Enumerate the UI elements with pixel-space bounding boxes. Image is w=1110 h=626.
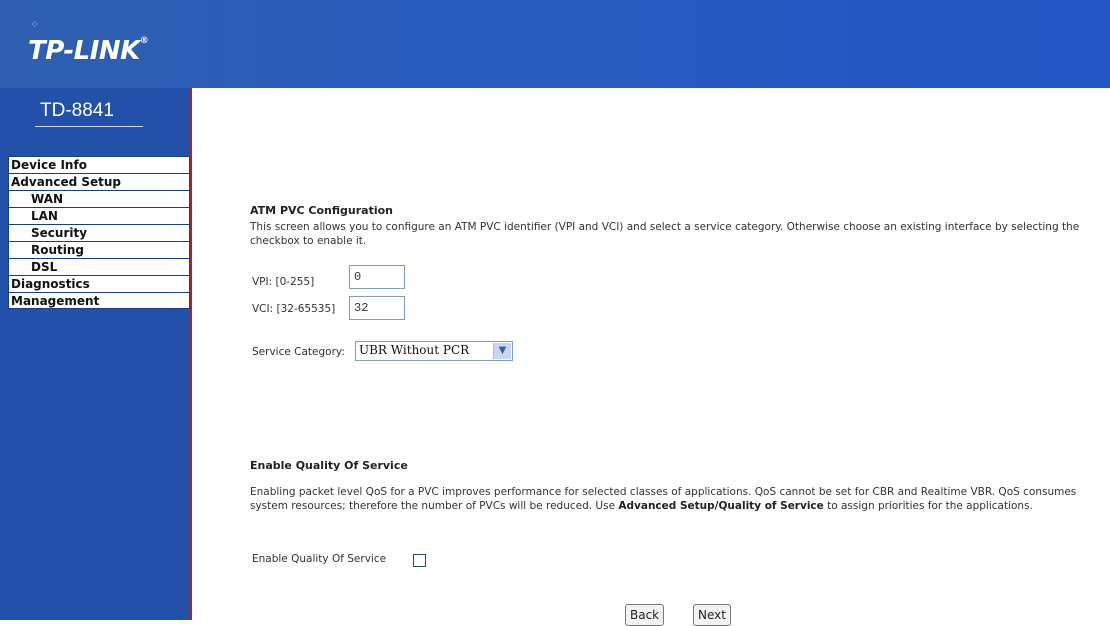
sidebar-item-lan[interactable]: LAN (8, 207, 190, 224)
main-content: ATM PVC Configuration This screen allows… (192, 88, 1110, 626)
vci-label: VCI: [32-65535] (252, 303, 336, 315)
sidebar-item-routing[interactable]: Routing (8, 241, 190, 258)
logo-text: TP-LINK® (28, 36, 149, 66)
model-name: TD-8841 (40, 100, 114, 121)
sidebar-item-management[interactable]: Management (8, 292, 190, 309)
service-category-select[interactable]: UBR Without PCR ▼ (355, 341, 513, 361)
vci-input[interactable] (349, 296, 405, 320)
sidebar-item-dsl[interactable]: DSL (8, 258, 190, 275)
divider (35, 126, 143, 127)
qos-checkbox[interactable] (413, 554, 426, 567)
sidebar-item-wan[interactable]: WAN (8, 190, 190, 207)
sidebar-item-advanced-setup[interactable]: Advanced Setup (8, 173, 190, 190)
sidebar: TD-8841 Device Info Advanced Setup WAN LAN S… (0, 88, 192, 620)
page-title: ATM PVC Configuration (250, 204, 393, 217)
sidebar-menu: Device Info Advanced Setup WAN LAN Security R… (8, 156, 190, 309)
next-button[interactable]: Next (693, 604, 731, 626)
vpi-label: VPI: [0-255] (252, 276, 315, 288)
qos-section-title: Enable Quality Of Service (250, 459, 408, 472)
service-category-label: Service Category: (252, 346, 345, 358)
service-category-value: UBR Without PCR (359, 343, 470, 357)
page-description: This screen allows you to configure an A… (250, 221, 1080, 247)
qos-checkbox-label: Enable Quality Of Service (252, 553, 387, 565)
logo-dots-icon: ⁘ (30, 18, 41, 31)
sidebar-item-diagnostics[interactable]: Diagnostics (8, 275, 190, 292)
chevron-down-icon[interactable]: ▼ (493, 343, 511, 359)
sidebar-item-security[interactable]: Security (8, 224, 190, 241)
qos-description: Enabling packet level QoS for a PVC impr… (250, 486, 1077, 512)
sidebar-item-device-info[interactable]: Device Info (8, 156, 190, 173)
back-button[interactable]: Back (625, 604, 665, 626)
vpi-input[interactable] (349, 265, 405, 289)
